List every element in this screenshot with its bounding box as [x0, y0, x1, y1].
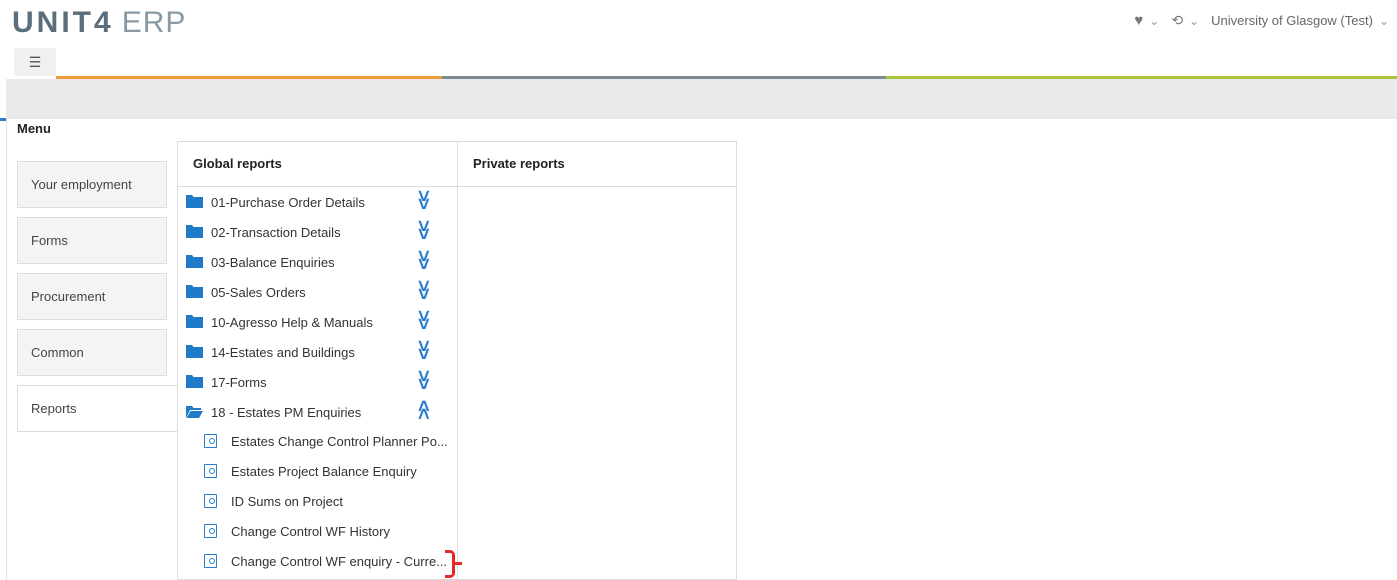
folder-icon — [186, 255, 203, 268]
chevron-down-icon[interactable]: ⌄ — [1189, 14, 1199, 28]
double-chevron-down-icon[interactable]: ˅ ˅ — [418, 307, 430, 335]
folder-row[interactable]: 02-Transaction Details ˅ ˅ — [178, 217, 458, 247]
unit4-erp-logo: UNIT4 ERP — [12, 8, 186, 38]
double-chevron-down-icon[interactable]: ˅ ˅ — [418, 187, 430, 215]
tab-label: Common — [31, 345, 84, 360]
folder-label: 10-Agresso Help & Manuals — [211, 315, 373, 330]
double-chevron-down-icon[interactable]: ˅ ˅ — [418, 277, 430, 305]
report-row[interactable]: Change Control WF History — [178, 517, 458, 547]
tab-label: Forms — [31, 233, 68, 248]
highlight-bracket — [445, 550, 462, 578]
report-icon — [204, 494, 217, 508]
double-chevron-down-icon[interactable]: ˅ ˅ — [418, 367, 430, 395]
folder-label: 05-Sales Orders — [211, 285, 306, 300]
divider — [6, 119, 7, 580]
folder-label: 02-Transaction Details — [211, 225, 341, 240]
history-icon[interactable]: ⟲ — [1171, 12, 1183, 29]
folder-row[interactable]: 10-Agresso Help & Manuals ˅ ˅ — [178, 307, 458, 337]
tab-your-employment[interactable]: Your employment — [17, 161, 167, 208]
heart-icon[interactable]: ♥ — [1134, 12, 1143, 29]
folder-label: 01-Purchase Order Details — [211, 195, 365, 210]
org-selector[interactable]: University of Glasgow (Test) — [1211, 13, 1373, 28]
folder-icon — [186, 375, 203, 388]
report-row[interactable]: ID Sums on Project — [178, 487, 458, 517]
folder-icon — [186, 225, 203, 238]
tab-label: Your employment — [31, 177, 132, 192]
folder-row[interactable]: 18 - Estates PM Enquiries ˄ ˄ — [178, 397, 458, 427]
header-tools: ♥ ⌄ ⟲ ⌄ University of Glasgow (Test) ⌄ — [1134, 12, 1389, 29]
tab-reports[interactable]: Reports — [17, 385, 178, 432]
app-header: UNIT4 ERP ♥ ⌄ ⟲ ⌄ University of Glasgow (… — [0, 0, 1397, 45]
folder-label: 03-Balance Enquiries — [211, 255, 335, 270]
folder-label: 14-Estates and Buildings — [211, 345, 355, 360]
menu-title: Menu — [17, 121, 51, 136]
report-row[interactable]: Estates Change Control Planner Po... — [178, 427, 458, 457]
folder-row[interactable]: 03-Balance Enquiries ˅ ˅ — [178, 247, 458, 277]
private-reports-panel: Private reports — [457, 141, 737, 580]
folder-icon — [186, 315, 203, 328]
double-chevron-down-icon[interactable]: ˅ ˅ — [418, 337, 430, 365]
report-label: ID Sums on Project — [231, 494, 343, 509]
tab-label: Procurement — [31, 289, 106, 304]
global-reports-title: Global reports — [178, 142, 457, 187]
report-icon — [204, 464, 217, 478]
double-chevron-down-icon[interactable]: ˅ ˅ — [418, 217, 430, 245]
chevron-down-icon[interactable]: ⌄ — [1379, 14, 1389, 28]
report-row[interactable]: Change Control WF enquiry - Curre... — [178, 547, 458, 577]
report-icon — [204, 434, 217, 448]
tab-procurement[interactable]: Procurement — [17, 273, 167, 320]
logo-brand: UNIT4 — [12, 6, 114, 39]
report-icon — [204, 524, 217, 538]
folder-label: 17-Forms — [211, 375, 267, 390]
tab-forms[interactable]: Forms — [17, 217, 167, 264]
chevron-down-icon[interactable]: ⌄ — [1149, 14, 1159, 28]
report-label: Estates Project Balance Enquiry — [231, 464, 417, 479]
folder-icon — [186, 345, 203, 358]
report-row[interactable]: Estates Project Balance Enquiry — [178, 457, 458, 487]
report-label: Change Control WF History — [231, 524, 390, 539]
folder-row[interactable]: 01-Purchase Order Details ˅ ˅ — [178, 187, 458, 217]
logo-product: ERP — [121, 6, 187, 39]
tab-label: Reports — [31, 401, 77, 416]
global-reports-panel: Global reports 01-Purchase Order Details… — [177, 141, 458, 580]
toolbar-strip — [6, 79, 1397, 119]
report-label: Change Control WF enquiry - Curre... — [231, 554, 448, 569]
folder-icon — [186, 285, 203, 298]
folder-row[interactable]: 05-Sales Orders ˅ ˅ — [178, 277, 458, 307]
folder-open-icon — [186, 406, 203, 418]
folder-icon — [186, 195, 203, 208]
tab-common[interactable]: Common — [17, 329, 167, 376]
private-reports-title: Private reports — [458, 142, 736, 187]
list-menu-icon[interactable]: ☰ — [14, 48, 56, 76]
report-label: Estates Change Control Planner Po... — [231, 434, 448, 449]
folder-label: 18 - Estates PM Enquiries — [211, 405, 362, 420]
folder-row[interactable]: 17-Forms ˅ ˅ — [178, 367, 458, 397]
double-chevron-up-icon[interactable]: ˄ ˄ — [418, 397, 430, 425]
double-chevron-down-icon[interactable]: ˅ ˅ — [418, 247, 430, 275]
report-icon — [204, 554, 217, 568]
folder-row[interactable]: 14-Estates and Buildings ˅ ˅ — [178, 337, 458, 367]
